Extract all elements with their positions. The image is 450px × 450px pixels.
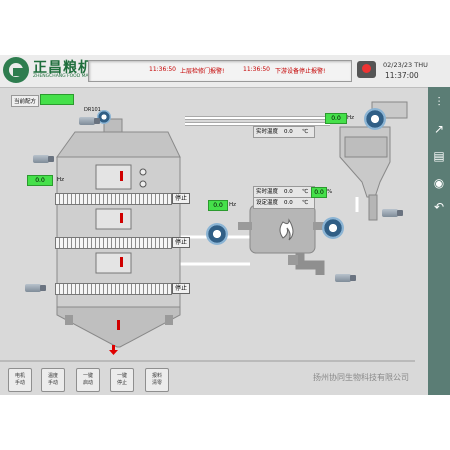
cyclone-temp-value: 0.0 xyxy=(284,129,293,135)
burner-pct-unit: % xyxy=(327,189,333,195)
feed-reset-button[interactable]: 报料 清零 xyxy=(145,368,169,392)
burner-set-readout[interactable]: 设定温度 0.0 ℃ xyxy=(253,197,315,209)
button-label: 电机 xyxy=(14,373,25,379)
company-logo xyxy=(3,57,29,83)
button-label: 手动 xyxy=(14,380,25,386)
alarm-text: 下游设备停止报警! xyxy=(275,68,326,75)
button-label: 一键 xyxy=(82,373,93,379)
button-label: 报料 xyxy=(151,373,162,379)
cyclone-fan-hz: 0.0 xyxy=(325,113,347,124)
cyclone-temp-label: 实时温度 xyxy=(256,129,279,135)
discharge-status-1[interactable]: 停止 xyxy=(172,193,190,204)
dryer-tag: DR101 xyxy=(84,107,101,113)
dryer-hz-value: 0.0 xyxy=(27,175,53,186)
burner-set-unit: ℃ xyxy=(302,200,309,206)
time-display: 11:37:00 xyxy=(385,71,419,80)
alarm-time: 11:36:50 xyxy=(243,66,270,73)
back-arrow-icon[interactable]: ↶ xyxy=(431,199,447,215)
burner-set-value: 0.0 xyxy=(284,200,293,206)
alarm-reset-button[interactable] xyxy=(357,61,376,78)
discharge-roller-2 xyxy=(55,237,172,249)
burner-pct-value: 0.0 xyxy=(311,187,327,198)
burner-fan-right-icon[interactable] xyxy=(322,217,344,239)
button-label: 温度 xyxy=(47,373,58,379)
report-icon[interactable]: ▤ xyxy=(431,148,447,164)
button-label: 清零 xyxy=(151,380,162,386)
button-label: 一键 xyxy=(116,373,127,379)
discharge-roller-1 xyxy=(55,193,172,205)
inlet-sensor-icon xyxy=(79,117,100,125)
burner-set-label: 设定温度 xyxy=(256,200,279,206)
left-fan-icon[interactable] xyxy=(33,155,54,163)
burner-valve-icon[interactable] xyxy=(335,274,356,282)
alarm-time: 11:36:50 xyxy=(149,66,176,73)
cyclone-temp-readout: 实时温度 0.0 ℃ xyxy=(253,126,315,138)
button-label: 启动 xyxy=(82,380,93,386)
burner-hz-value: 0.0 xyxy=(208,200,228,211)
date-display: 02/23/23 THU xyxy=(383,61,428,69)
cyclone-fan-hz-unit: Hz xyxy=(347,115,355,121)
button-label: 手动 xyxy=(47,380,58,386)
company-footer: 扬州协同生物科技有限公司 xyxy=(313,373,409,382)
alarm-banner[interactable]: 11:36:50 上层检修门报警! 11:36:50 下游设备停止报警! xyxy=(88,60,352,82)
discharge-status-3[interactable]: 停止 xyxy=(172,283,190,294)
motor-manual-button[interactable]: 电机 手动 xyxy=(8,368,32,392)
burner-temp-unit: ℃ xyxy=(302,189,309,195)
trend-chart-icon[interactable]: ↗ xyxy=(431,121,447,137)
top-bar: 正昌粮机 ZHENGCHANG FOOD MACHINERY 11:36:50 … xyxy=(0,55,450,88)
cyclone-valve-icon[interactable] xyxy=(382,209,403,217)
cyclone-fan-icon[interactable] xyxy=(364,108,386,130)
discharge-status-2[interactable]: 停止 xyxy=(172,237,190,248)
burner-fan-left-icon[interactable] xyxy=(206,223,228,245)
sliders-icon[interactable]: ⫶ xyxy=(431,94,447,110)
burner-temp-label: 实时温度 xyxy=(256,189,279,195)
right-sidebar: ⫶ ↗ ▤ ◉ ↶ xyxy=(428,87,450,395)
one-key-stop-button[interactable]: 一键 停止 xyxy=(110,368,134,392)
cyclone-temp-unit: ℃ xyxy=(302,129,309,135)
burner-temp-value: 0.0 xyxy=(284,189,293,195)
alarm-text: 上层检修门报警! xyxy=(180,68,225,75)
discharge-roller-3 xyxy=(55,283,172,295)
button-label: 停止 xyxy=(116,380,127,386)
dryer-hz-unit: Hz xyxy=(57,177,65,183)
alarm-light-icon[interactable]: ◉ xyxy=(431,175,447,191)
burner-hz-unit: Hz xyxy=(229,202,237,208)
bottom-discharge-icon[interactable] xyxy=(25,284,46,292)
temp-manual-button[interactable]: 温度 手动 xyxy=(41,368,65,392)
one-key-start-button[interactable]: 一键 启动 xyxy=(76,368,100,392)
